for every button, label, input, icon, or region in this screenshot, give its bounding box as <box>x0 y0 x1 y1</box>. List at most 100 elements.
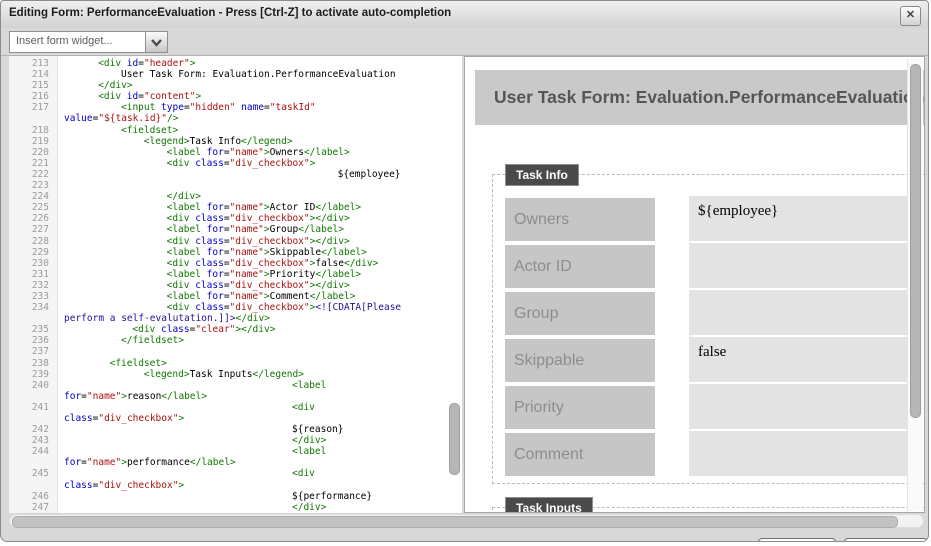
code-line: 217<input type="hidden" name="taskId" <box>9 102 462 113</box>
line-number: 234 <box>9 302 58 313</box>
code-line: for="name">reason</label> <box>9 391 462 402</box>
line-number: 246 <box>9 491 58 502</box>
form-row-label: Group <box>505 292 655 335</box>
code-line: 216<div id="content"> <box>9 91 462 102</box>
code-line: 230<div class="div_checkbox">false</div> <box>9 258 462 269</box>
close-button[interactable]: ✕ <box>900 6 921 26</box>
line-number: 236 <box>9 335 58 346</box>
preview-header-text: User Task Form: Evaluation.PerformanceEv… <box>494 87 925 108</box>
line-number: 226 <box>9 213 58 224</box>
code-line: 245<div <box>9 468 462 479</box>
line-number: 238 <box>9 358 58 369</box>
code-line: 239<legend>Task Inputs</legend> <box>9 369 462 380</box>
code-line: 244<label <box>9 446 462 457</box>
code-line: 226<div class="div_checkbox"></div> <box>9 213 462 224</box>
code-line: 237 <box>9 346 462 357</box>
code-line: 214User Task Form: Evaluation.Performanc… <box>9 69 462 80</box>
horizontal-scrollbar-thumb[interactable] <box>12 516 898 528</box>
form-preview-pane: User Task Form: Evaluation.PerformanceEv… <box>464 56 925 513</box>
form-row-value <box>689 431 913 476</box>
line-number: 214 <box>9 69 58 80</box>
code-line: 232<div class="div_checkbox"></div> <box>9 280 462 291</box>
widget-toolbar: Insert form widget... <box>1 28 928 56</box>
editing-form-dialog: Editing Form: PerformanceEvaluation - Pr… <box>0 0 929 542</box>
form-row-value <box>689 384 913 429</box>
line-number: 245 <box>9 468 58 479</box>
dropdown-selected-value: Insert form widget... <box>16 35 113 47</box>
line-number: 220 <box>9 147 58 158</box>
form-row-label: Comment <box>505 433 655 476</box>
preview-header-banner: User Task Form: Evaluation.PerformanceEv… <box>475 70 925 125</box>
line-number: 240 <box>9 380 58 391</box>
line-number: 227 <box>9 224 58 235</box>
line-number: 215 <box>9 80 58 91</box>
code-line: 235<div class="clear"></div> <box>9 324 462 335</box>
code-line: 221<div class="div_checkbox"> <box>9 158 462 169</box>
chevron-down-icon <box>151 39 162 47</box>
code-line: 213<div id="header"> <box>9 58 462 69</box>
code-line: value="${task.id}"/> <box>9 113 462 124</box>
line-number: 218 <box>9 125 58 136</box>
editor-vertical-scrollbar-thumb[interactable] <box>449 403 460 475</box>
code-line: 222${employee} <box>9 169 462 180</box>
code-line: 241<div <box>9 402 462 413</box>
line-number: 228 <box>9 236 58 247</box>
code-line: 220<label for="name">Owners</label> <box>9 147 462 158</box>
fieldset-task-inputs: Task Inputs <box>492 507 925 513</box>
line-number: 222 <box>9 169 58 180</box>
form-row-value: ${employee} <box>689 196 913 241</box>
line-number: 241 <box>9 402 58 413</box>
dropdown-arrow-button[interactable] <box>145 32 167 52</box>
page: Editing Form: PerformanceEvaluation - Pr… <box>0 0 931 546</box>
line-number: 239 <box>9 369 58 380</box>
close-icon: ✕ <box>906 9 915 21</box>
code-line: 227<label for="name">Group</label> <box>9 224 462 235</box>
line-number: 219 <box>9 136 58 147</box>
code-editor[interactable]: 213<div id="header">214User Task Form: E… <box>9 56 462 513</box>
title-bar: Editing Form: PerformanceEvaluation - Pr… <box>1 1 928 29</box>
code-line: 224</div> <box>9 191 462 202</box>
dialog-title: Editing Form: PerformanceEvaluation - Pr… <box>9 7 451 19</box>
line-number: 216 <box>9 91 58 102</box>
preview-vertical-scrollbar-thumb[interactable] <box>910 64 921 418</box>
form-row-label: Owners <box>505 198 655 241</box>
code-line: 246${performance} <box>9 491 462 502</box>
code-lines: 213<div id="header">214User Task Form: E… <box>9 58 462 513</box>
preview-vertical-scrollbar[interactable] <box>907 59 923 511</box>
line-number: 237 <box>9 346 58 357</box>
line-number: 232 <box>9 280 58 291</box>
line-number: 243 <box>9 435 58 446</box>
code-line: 243</div> <box>9 435 462 446</box>
line-number: 229 <box>9 247 58 258</box>
line-number: 230 <box>9 258 58 269</box>
code-line: for="name">performance</label> <box>9 457 462 468</box>
line-number: 244 <box>9 446 58 457</box>
code-line: 242${reason} <box>9 424 462 435</box>
code-line: 247</div> <box>9 502 462 513</box>
horizontal-scrollbar[interactable] <box>9 514 924 528</box>
line-number: 221 <box>9 158 58 169</box>
insert-widget-dropdown[interactable]: Insert form widget... <box>9 31 168 53</box>
code-line: 240<label <box>9 380 462 391</box>
form-row-value <box>689 243 913 288</box>
line-number: 247 <box>9 502 58 513</box>
code-line: class="div_checkbox"> <box>9 413 462 424</box>
code-line: 218<fieldset> <box>9 125 462 136</box>
form-row-value: false <box>689 337 913 382</box>
line-number: 233 <box>9 291 58 302</box>
fieldset-task-info: Task Info Owners${employee}Actor IDGroup… <box>492 174 925 484</box>
form-row-label: Skippable <box>505 339 655 382</box>
code-line: 229<label for="name">Skippable</label> <box>9 247 462 258</box>
fieldset-legend: Task Info <box>505 164 579 186</box>
code-line: 231<label for="name">Priority</label> <box>9 269 462 280</box>
line-number: 225 <box>9 202 58 213</box>
code-line: 233<label for="name">Comment</label> <box>9 291 462 302</box>
footer-button-right[interactable] <box>844 538 928 542</box>
code-line: class="div_checkbox"> <box>9 480 462 491</box>
footer-button-left[interactable] <box>758 538 836 542</box>
line-number: 235 <box>9 324 58 335</box>
line-number: 231 <box>9 269 58 280</box>
code-line: 219<legend>Task Info</legend> <box>9 136 462 147</box>
form-row-value <box>689 290 913 335</box>
code-line: perform a self-evalutation.]]></div> <box>9 313 462 324</box>
